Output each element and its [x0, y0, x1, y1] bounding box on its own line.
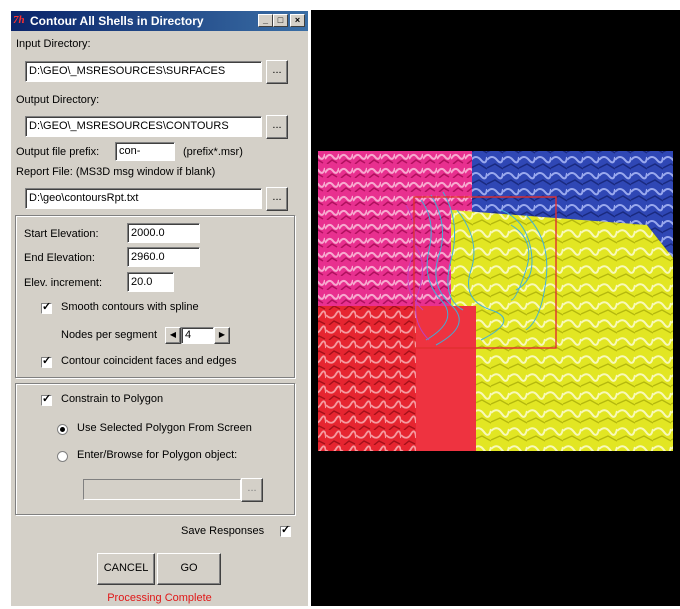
input-directory-label: Input Directory:: [16, 38, 91, 50]
yellow-surface-tile: [451, 210, 673, 451]
input-directory-browse-button[interactable]: ...: [266, 60, 288, 84]
output-directory-field[interactable]: D:\GEO\_MSRESOURCES\CONTOURS: [25, 116, 262, 137]
report-file-browse-button[interactable]: ...: [266, 187, 288, 211]
output-directory-browse-button[interactable]: ...: [266, 115, 288, 139]
constrain-polygon-checkbox[interactable]: ✓: [41, 393, 52, 406]
constrain-polygon-label: Constrain to Polygon: [61, 393, 164, 405]
report-file-label: Report File: (MS3D msg window if blank): [16, 166, 216, 178]
app-icon: 7h: [13, 14, 25, 26]
polygon-object-field: [83, 479, 241, 500]
input-directory-field[interactable]: D:\GEO\_MSRESOURCES\SURFACES: [25, 61, 262, 82]
nodes-per-segment-field[interactable]: 4: [181, 327, 214, 344]
go-button[interactable]: GO: [157, 553, 221, 585]
minimize-button[interactable]: _: [258, 14, 273, 27]
title-bar[interactable]: 7h Contour All Shells in Directory _ □ ×: [11, 11, 308, 31]
end-elevation-label: End Elevation:: [24, 252, 95, 264]
use-selected-polygon-label: Use Selected Polygon From Screen: [77, 422, 252, 434]
coincident-faces-checkbox[interactable]: ✓: [41, 355, 52, 368]
save-responses-label: Save Responses: [181, 525, 265, 537]
cancel-button[interactable]: CANCEL: [97, 553, 155, 585]
start-elevation-field[interactable]: 2000.0: [127, 223, 200, 243]
maximize-button[interactable]: □: [273, 14, 288, 27]
elev-increment-label: Elev. increment:: [24, 277, 103, 289]
smooth-spline-checkbox[interactable]: ✓: [41, 301, 52, 314]
output-prefix-label: Output file prefix:: [16, 146, 100, 158]
output-prefix-field[interactable]: con-: [115, 142, 175, 161]
nodes-per-segment-label: Nodes per segment: [61, 329, 157, 341]
red-surface-tile-2: [416, 306, 476, 451]
magenta-surface-tile: [318, 151, 472, 306]
start-elevation-label: Start Elevation:: [24, 228, 99, 240]
browse-polygon-label: Enter/Browse for Polygon object:: [77, 449, 238, 461]
red-surface-tile: [318, 306, 416, 451]
output-directory-label: Output Directory:: [16, 94, 100, 106]
3d-viewport[interactable]: [311, 10, 680, 606]
elev-increment-field[interactable]: 20.0: [127, 272, 174, 292]
status-message: Processing Complete: [107, 592, 212, 604]
nodes-increment-button[interactable]: ▶: [214, 327, 230, 344]
use-selected-polygon-radio[interactable]: [57, 424, 68, 435]
smooth-spline-label: Smooth contours with spline: [61, 301, 199, 313]
save-responses-checkbox[interactable]: ✓: [280, 524, 291, 537]
close-button[interactable]: ×: [290, 14, 305, 27]
browse-polygon-radio[interactable]: [57, 451, 68, 462]
window-title: Contour All Shells in Directory: [30, 14, 204, 28]
polygon-object-browse-button: ...: [241, 478, 263, 502]
report-file-field[interactable]: D:\geo\contoursRpt.txt: [25, 188, 262, 209]
end-elevation-field[interactable]: 2960.0: [127, 247, 200, 267]
contour-dialog: 7h Contour All Shells in Directory _ □ ×…: [10, 10, 308, 606]
nodes-decrement-button[interactable]: ◀: [165, 327, 181, 344]
contour-map-render: [318, 151, 673, 451]
prefix-hint: (prefix*.msr): [183, 146, 243, 158]
coincident-faces-label: Contour coincident faces and edges: [61, 355, 237, 367]
